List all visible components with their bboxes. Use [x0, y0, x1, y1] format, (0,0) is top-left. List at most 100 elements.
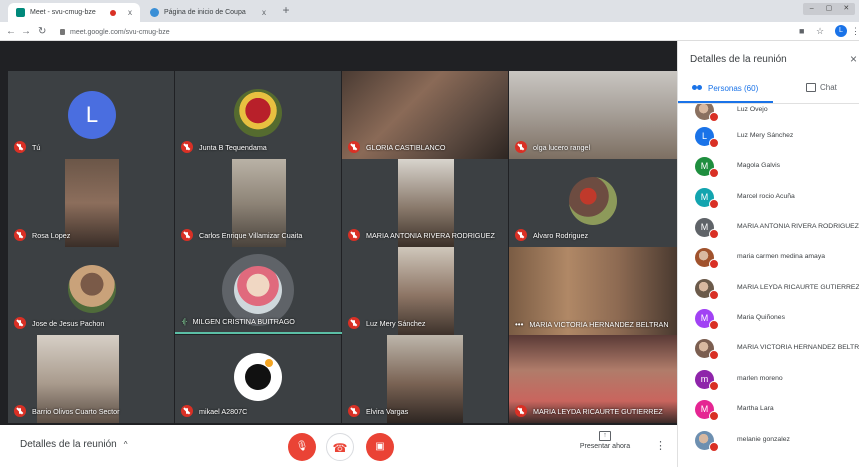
new-tab-button[interactable]: +: [279, 4, 293, 18]
window-controls: – ▢ ✕: [803, 3, 855, 15]
tab-close-icon[interactable]: x: [262, 8, 266, 17]
meet-favicon-icon: [16, 8, 25, 17]
video-tile[interactable]: Barrio Olivos Cuarto Sector: [8, 335, 174, 423]
people-icon: [692, 85, 703, 92]
bookmark-star-icon[interactable]: ☆: [816, 26, 824, 36]
mic-off-icon: [181, 405, 193, 417]
mic-off-icon: [14, 317, 26, 329]
video-tile[interactable]: olga lucero rangel: [509, 71, 677, 159]
meeting-details-button[interactable]: Detalles de la reunión ^: [20, 439, 128, 450]
address-bar[interactable]: meet.google.com/svu-cmug-bze: [60, 25, 800, 39]
hang-up-icon: ☎: [332, 441, 348, 455]
tile-label: mikael A2807C: [181, 405, 247, 417]
window-close-icon[interactable]: ✕: [838, 3, 855, 15]
participant-name: MARIA ANTONIA RIVERA RODRIGUEZ: [366, 230, 495, 240]
participant-row[interactable]: M Magola Galvis: [678, 152, 859, 182]
bomb-icon: [245, 364, 271, 390]
mic-off-icon: [709, 168, 719, 178]
video-tile[interactable]: ••• MARIA VICTORIA HERNANDEZ BELTRAN: [509, 247, 677, 335]
video-tile[interactable]: Jose de Jesus Pachon: [8, 247, 174, 335]
participant-row[interactable]: MARIA LEYDA RICAURTE GUTIERREZ: [678, 274, 859, 304]
mic-off-icon: [14, 405, 26, 417]
more-options-dots-icon[interactable]: •••: [515, 320, 523, 329]
recording-dot-icon: [110, 9, 116, 16]
lock-icon: [60, 29, 65, 35]
participant-name: Jose de Jesus Pachon: [32, 318, 105, 328]
mic-toggle-button[interactable]: 🎙: [288, 433, 316, 461]
mic-off-icon: [709, 381, 719, 391]
avatar: [68, 265, 116, 313]
mic-off-icon: 🎙: [295, 441, 309, 452]
video-tile[interactable]: MARIA ANTONIA RIVERA RODRIGUEZ: [342, 159, 508, 247]
camera-toggle-button[interactable]: ▣: [366, 433, 394, 461]
video-tile[interactable]: Elvira Vargas: [342, 335, 508, 423]
participant-name: mikael A2807C: [199, 406, 248, 416]
video-tile[interactable]: mikael A2807C: [175, 335, 341, 423]
mic-off-icon: [709, 199, 719, 209]
participant-row[interactable]: melanie gonzalez: [678, 426, 859, 456]
participant-name: Alvaro Rodriguez: [533, 230, 589, 240]
video-tile[interactable]: Luz Mery Sánchez: [342, 247, 508, 335]
participant-row[interactable]: M Maria Quiñones: [678, 304, 859, 334]
video-tile[interactable]: ·ı|· MILGEN CRISTINA BUITRAGO: [175, 247, 341, 332]
mic-off-icon: [515, 405, 527, 417]
profile-avatar[interactable]: L: [835, 25, 847, 37]
participant-row[interactable]: L Luz Mery Sánchez: [678, 122, 859, 152]
participant-name: Maria Quiñones: [737, 314, 785, 321]
tab-close-icon[interactable]: x: [128, 8, 132, 17]
more-options-icon[interactable]: ⋮: [655, 439, 666, 452]
participant-name: Barrio Olivos Cuarto Sector: [32, 406, 120, 416]
tab-people[interactable]: Personas (60): [692, 84, 758, 93]
participant-name: olga lucero rangel: [533, 142, 591, 152]
participant-row[interactable]: MARIA VICTORIA HERNANDEZ BELTR...: [678, 334, 859, 364]
reload-icon[interactable]: ↻: [38, 25, 46, 38]
video-tile[interactable]: Carlos Enrique Villamizar Cuaita: [175, 159, 341, 247]
maximize-icon[interactable]: ▢: [820, 3, 837, 15]
url-text: meet.google.com/svu-cmug-bze: [70, 28, 170, 36]
tab-coupa[interactable]: Página de inicio de Coupa x: [142, 3, 274, 22]
participant-name: MARIA LEYDA RICAURTE GUTIERREZ: [737, 284, 859, 291]
browser-menu-icon[interactable]: ⋮: [851, 26, 859, 36]
meeting-details-label: Detalles de la reunión: [20, 439, 117, 450]
participant-name: Carlos Enrique Villamizar Cuaita: [199, 230, 303, 240]
video-tile[interactable]: GLORIA CASTIBLANCO: [342, 71, 508, 159]
participant-row[interactable]: maria carmen medina amaya: [678, 243, 859, 273]
participant-name: Marcel rocio Acuña: [737, 193, 795, 200]
mic-off-icon: [709, 112, 719, 122]
leave-call-button[interactable]: ☎: [326, 433, 354, 461]
participant-row[interactable]: M Martha Lara: [678, 395, 859, 425]
tab-chat[interactable]: Chat: [806, 83, 837, 92]
video-tile[interactable]: L Tú: [8, 71, 174, 159]
forward-arrow-icon[interactable]: →: [21, 25, 31, 38]
participant-name: MARIA LEYDA RICAURTE GUTIERREZ: [533, 406, 663, 416]
tile-label: Carlos Enrique Villamizar Cuaita: [181, 229, 302, 241]
mic-off-icon: [709, 138, 719, 148]
meeting-details-panel: Detalles de la reunión × Personas (60) C…: [677, 41, 859, 467]
minimize-icon[interactable]: –: [803, 3, 820, 15]
present-now-button[interactable]: ↑ Presentar ahora: [577, 431, 633, 450]
video-tile[interactable]: Rosa Lopez: [8, 159, 174, 247]
mic-off-icon: [709, 350, 719, 360]
participant-row[interactable]: M Marcel rocio Acuña: [678, 183, 859, 213]
avatar: [234, 266, 282, 314]
tab-meet[interactable]: Meet - svu-cmug-bze x: [8, 3, 140, 22]
participant-row[interactable]: M MARIA ANTONIA RIVERA RODRIGUEZ: [678, 213, 859, 243]
close-icon[interactable]: ×: [850, 52, 857, 66]
participant-name: Tú: [32, 142, 41, 152]
video-tile[interactable]: Alvaro Rodriguez: [509, 159, 677, 247]
participant-list: Luz Ovejo L Luz Mery Sánchez M Magola Galvis…: [678, 98, 859, 467]
video-tile[interactable]: Junta B Tequendama: [175, 71, 341, 159]
camera-status-icon[interactable]: ■: [799, 26, 804, 36]
participant-name: Magola Galvis: [737, 162, 781, 169]
mic-off-icon: [709, 229, 719, 239]
video-tile[interactable]: MARIA LEYDA RICAURTE GUTIERREZ: [509, 335, 677, 423]
meeting-controls-bar: Detalles de la reunión ^ 🎙 ☎ ▣ ↑ Present…: [0, 425, 677, 467]
mic-off-icon: [14, 229, 26, 241]
mic-off-icon: [709, 259, 719, 269]
video-feed: [65, 159, 119, 247]
avatar: [234, 89, 282, 137]
mic-off-icon: [14, 141, 26, 153]
participant-row[interactable]: m marlen moreno: [678, 365, 859, 395]
back-arrow-icon[interactable]: ←: [6, 25, 16, 38]
tile-label: olga lucero rangel: [515, 141, 590, 153]
